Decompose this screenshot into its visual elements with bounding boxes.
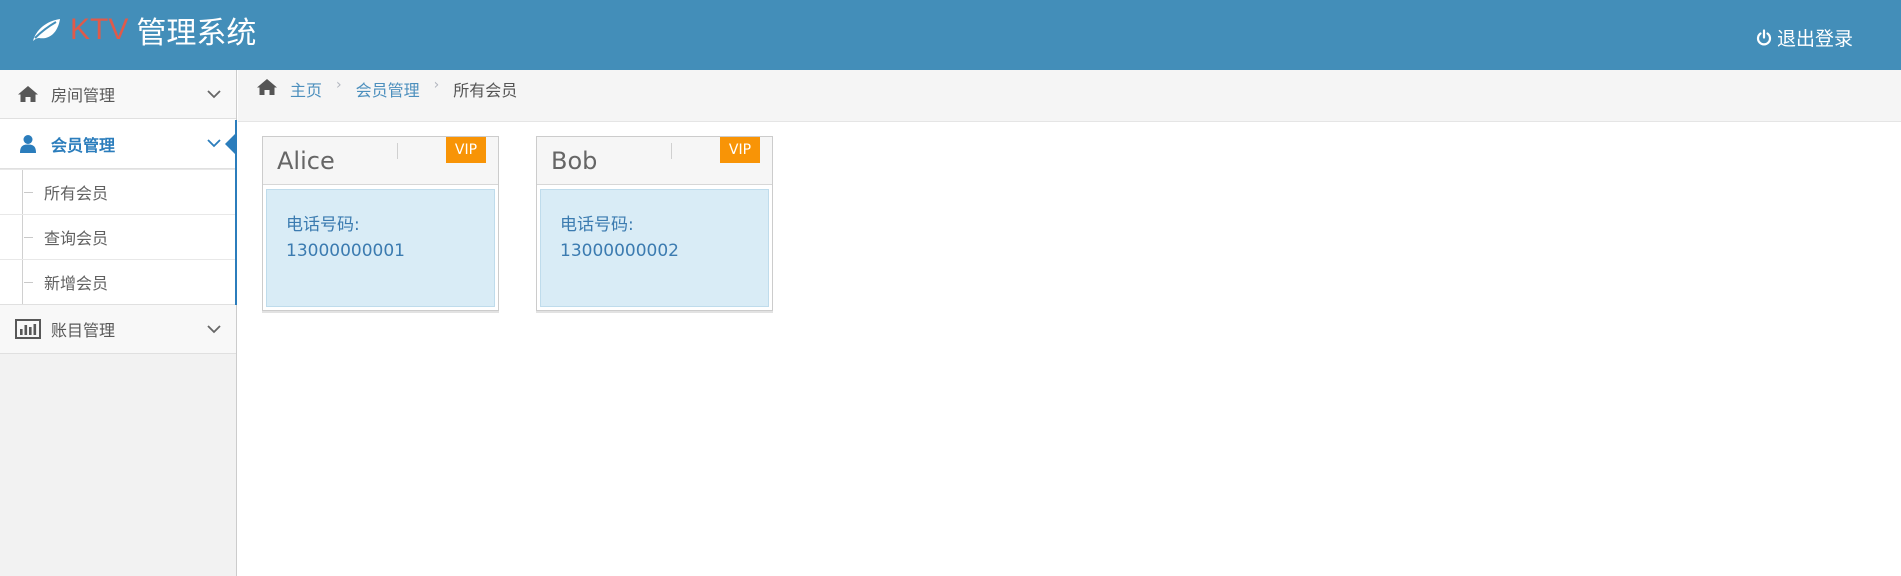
member-card-header: Alice VIP <box>263 137 498 185</box>
sidebar: 房间管理 会员管理 所有会员 查询会员 新增会员 账目管理 <box>0 70 237 576</box>
phone-number: 13000000002 <box>560 241 679 261</box>
power-icon <box>1756 28 1772 45</box>
sidebar-subitem-all-members[interactable]: 所有会员 <box>0 169 236 214</box>
home-icon <box>14 83 42 105</box>
member-card[interactable]: Bob VIP 电话号码: 13000000002 <box>536 136 773 311</box>
sidebar-subitem-label: 新增会员 <box>44 274 109 293</box>
bar-chart-icon <box>14 318 42 340</box>
sidebar-item-rooms[interactable]: 房间管理 <box>0 70 236 119</box>
submenu-dash <box>24 282 33 283</box>
member-name: Bob <box>551 147 598 175</box>
member-card-header: Bob VIP <box>537 137 772 185</box>
breadcrumb-home-link[interactable]: 主页 <box>290 77 322 101</box>
leaf-icon <box>33 19 60 41</box>
sidebar-item-label: 房间管理 <box>51 86 116 105</box>
vip-badge: VIP <box>446 137 486 163</box>
user-icon <box>14 133 42 155</box>
logout-label: 退出登录 <box>1776 28 1853 50</box>
chevron-down-icon <box>207 139 221 148</box>
members-submenu: 所有会员 查询会员 新增会员 <box>0 169 236 305</box>
header-divider <box>397 143 398 159</box>
brand-ktv-text: KTV <box>70 13 129 46</box>
brand[interactable]: KTV 管理系统 <box>30 10 257 51</box>
breadcrumb-section-link[interactable]: 会员管理 <box>356 77 420 101</box>
phone-number: 13000000001 <box>286 241 405 261</box>
sidebar-subitem-label: 所有会员 <box>44 184 109 203</box>
home-icon[interactable] <box>256 77 278 97</box>
phone-label: 电话号码: <box>560 215 634 235</box>
sidebar-item-label: 账目管理 <box>51 321 116 340</box>
phone-label: 电话号码: <box>286 215 360 235</box>
brand-title-text: 管理系统 <box>136 16 257 51</box>
breadcrumb-separator-icon: › <box>336 77 342 93</box>
sidebar-item-label: 会员管理 <box>51 135 116 155</box>
sidebar-item-accounts[interactable]: 账目管理 <box>0 305 236 354</box>
submenu-dash <box>24 192 33 193</box>
chevron-down-icon <box>207 90 221 99</box>
active-section-edge <box>235 120 237 305</box>
member-name: Alice <box>277 147 335 175</box>
sidebar-subitem-label: 查询会员 <box>44 229 109 248</box>
member-card[interactable]: Alice VIP 电话号码: 13000000001 <box>262 136 499 311</box>
breadcrumb-separator-icon: › <box>433 77 440 93</box>
sidebar-subitem-search-members[interactable]: 查询会员 <box>0 214 236 259</box>
breadcrumb: 主页 › 会员管理 › 所有会员 <box>238 70 1901 122</box>
logout-button[interactable]: 退出登录 <box>1755 24 1853 51</box>
member-card-body: 电话号码: 13000000001 <box>266 189 495 307</box>
member-card-body: 电话号码: 13000000002 <box>540 189 769 307</box>
top-navbar: KTV 管理系统 退出登录 <box>0 0 1901 70</box>
vip-badge: VIP <box>720 137 760 163</box>
breadcrumb-current: 所有会员 <box>453 81 518 100</box>
sidebar-subitem-add-member[interactable]: 新增会员 <box>0 259 236 304</box>
chevron-down-icon <box>207 325 221 334</box>
sidebar-item-members[interactable]: 会员管理 <box>0 119 237 169</box>
header-divider <box>671 143 672 159</box>
submenu-dash <box>24 237 33 238</box>
